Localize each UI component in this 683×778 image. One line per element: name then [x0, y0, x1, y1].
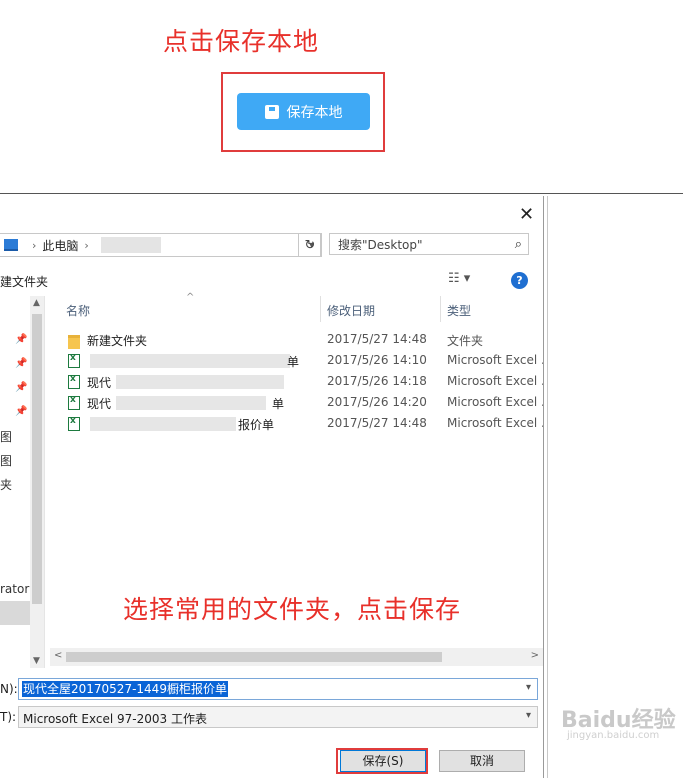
pin-icon[interactable]: 📌 [15, 358, 27, 369]
scrollbar-thumb[interactable] [32, 314, 42, 604]
save-as-dialog: ✕ › 此电脑 › ▾ ↻ 搜索"Desktop" ⌕ 建文件夹 ☷ ▾ ? 📌… [0, 196, 544, 778]
file-date: 2017/5/27 14:48 [327, 332, 427, 346]
chevron-right-icon[interactable]: > [531, 650, 539, 661]
pin-icon[interactable]: 📌 [15, 334, 27, 345]
nav-scrollbar[interactable]: ▲ ▼ [30, 296, 44, 668]
file-name: 现代 [87, 376, 112, 390]
filetype-label: T): [0, 710, 17, 724]
highlight-box-save-button [336, 748, 428, 774]
filename-label: N): [0, 682, 18, 696]
excel-icon [68, 416, 80, 431]
nav-item[interactable]: 夹 [0, 476, 12, 493]
search-placeholder: 搜索"Desktop" [338, 237, 423, 252]
column-divider[interactable] [440, 296, 441, 322]
file-date: 2017/5/26 14:10 [327, 353, 427, 367]
save-local-label: 保存本地 [286, 104, 343, 121]
page-divider [0, 193, 683, 194]
view-options-button[interactable]: ☷ ▾ [448, 271, 470, 286]
chevron-down-icon[interactable]: ▼ [33, 656, 40, 666]
nav-item[interactable]: 图 [0, 452, 12, 469]
close-icon[interactable]: ✕ [519, 204, 534, 225]
breadcrumb-separator-icon: › [32, 238, 37, 252]
sort-ascending-icon: ^ [186, 292, 195, 303]
file-date: 2017/5/26 14:20 [327, 395, 427, 409]
baidu-watermark-url: jingyan.baidu.com [567, 730, 660, 741]
excel-icon [68, 353, 80, 368]
refresh-button[interactable]: ↻ [298, 233, 322, 257]
search-icon: ⌕ [514, 236, 522, 252]
blurred-filename [90, 354, 290, 368]
file-name-suffix: 单 [272, 397, 285, 411]
file-row[interactable]: 现代 单 2017/5/26 14:20 Microsoft Excel ... [60, 393, 543, 414]
cancel-button[interactable]: 取消 [439, 750, 525, 772]
floppy-disk-icon [264, 104, 279, 119]
nav-item-selected[interactable] [0, 601, 30, 625]
computer-icon [4, 239, 18, 251]
file-type: 文件夹 [447, 334, 484, 348]
file-name: 新建文件夹 [87, 334, 148, 348]
file-row[interactable]: 新建文件夹 2017/5/27 14:48 文件夹 [60, 330, 543, 351]
new-folder-button[interactable]: 建文件夹 [0, 273, 48, 290]
window-edge [547, 196, 548, 778]
breadcrumb-this-pc[interactable]: 此电脑 [42, 237, 78, 254]
chevron-down-icon[interactable]: ▾ [526, 710, 531, 721]
nav-item[interactable]: rator [0, 582, 29, 596]
filename-input[interactable]: 现代全屋20170527-1449橱柜报价单 ▾ [18, 678, 538, 700]
breadcrumb-separator-icon: › [84, 238, 89, 252]
pin-icon[interactable]: 📌 [15, 382, 27, 393]
chevron-up-icon[interactable]: ▲ [33, 298, 40, 308]
column-divider[interactable] [320, 296, 321, 322]
help-icon[interactable]: ? [511, 272, 528, 289]
column-header-name[interactable]: 名称 [66, 302, 90, 319]
blurred-filename [116, 396, 266, 410]
scrollbar-thumb[interactable] [66, 652, 442, 662]
file-row[interactable]: 现代 2017/5/26 14:18 Microsoft Excel ... [60, 372, 543, 393]
filetype-select[interactable]: Microsoft Excel 97-2003 工作表 ▾ [18, 706, 538, 728]
file-type: Microsoft Excel ... [447, 416, 544, 430]
horizontal-scrollbar[interactable]: < > [50, 648, 543, 666]
chevron-left-icon[interactable]: < [54, 650, 62, 661]
search-input[interactable]: 搜索"Desktop" ⌕ [329, 233, 529, 255]
file-row[interactable]: 报价单 2017/5/27 14:48 Microsoft Excel ... [60, 414, 543, 435]
folder-icon [68, 335, 80, 349]
filename-value: 现代全屋20170527-1449橱柜报价单 [22, 681, 228, 697]
filetype-value: Microsoft Excel 97-2003 工作表 [23, 712, 207, 726]
file-name-suffix: 单 [287, 355, 300, 369]
file-type: Microsoft Excel ... [447, 374, 544, 388]
file-name-suffix: 报价单 [238, 418, 275, 432]
blurred-filename [116, 375, 284, 389]
blurred-filename [90, 417, 236, 431]
column-header-modified[interactable]: 修改日期 [327, 302, 375, 319]
annotation-top: 点击保存本地 [163, 27, 320, 56]
file-type: Microsoft Excel ... [447, 395, 544, 409]
save-local-button[interactable]: 保存本地 [237, 93, 370, 130]
breadcrumb-blurred [100, 237, 161, 253]
pin-icon[interactable]: 📌 [15, 406, 27, 417]
excel-icon [68, 374, 80, 389]
column-header-type[interactable]: 类型 [447, 302, 471, 319]
file-row[interactable]: 单 2017/5/26 14:10 Microsoft Excel ... [60, 351, 543, 372]
address-bar[interactable]: › 此电脑 › ▾ [0, 233, 321, 257]
file-type: Microsoft Excel ... [447, 353, 544, 367]
excel-icon [68, 395, 80, 410]
chevron-down-icon[interactable]: ▾ [526, 682, 531, 693]
file-name: 现代 [87, 397, 112, 411]
annotation-bottom: 选择常用的文件夹，点击保存 [123, 595, 462, 624]
nav-item[interactable]: 图 [0, 428, 12, 445]
refresh-icon: ↻ [304, 237, 316, 253]
file-date: 2017/5/26 14:18 [327, 374, 427, 388]
file-date: 2017/5/27 14:48 [327, 416, 427, 430]
